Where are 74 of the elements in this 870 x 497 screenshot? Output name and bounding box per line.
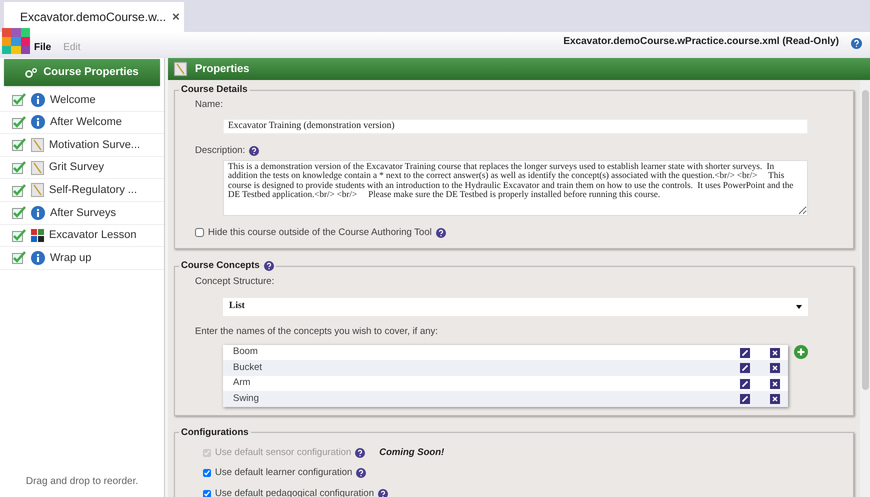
checkbox[interactable] bbox=[12, 116, 26, 129]
help-icon[interactable] bbox=[264, 261, 274, 272]
panel-title: Properties bbox=[195, 62, 250, 77]
checkbox-label: Use default learner configuration bbox=[215, 466, 352, 480]
edit-icon[interactable] bbox=[740, 348, 750, 358]
checkbox[interactable] bbox=[12, 161, 26, 174]
note-text: Coming Soon! bbox=[379, 446, 444, 460]
info-icon bbox=[31, 115, 45, 130]
checkbox[interactable] bbox=[203, 469, 211, 478]
course-properties-button[interactable]: Course Properties bbox=[4, 59, 160, 86]
delete-icon[interactable] bbox=[770, 394, 780, 404]
sidebar-item[interactable]: Self-Regulatory ... bbox=[0, 179, 164, 202]
edit-icon[interactable] bbox=[740, 378, 750, 388]
file-title: Excavator.demoCourse.wPractice.course.xml (Read-Only) bbox=[563, 35, 839, 49]
checkbox[interactable] bbox=[12, 184, 26, 197]
sidebar-item[interactable]: Motivation Surve... bbox=[0, 134, 164, 157]
help-icon[interactable] bbox=[249, 146, 260, 156]
checkbox-label: Hide this course outside of the Course Authoring Tool bbox=[208, 226, 432, 240]
sidebar-item[interactable]: After Surveys bbox=[0, 202, 164, 225]
checkbox[interactable] bbox=[12, 206, 26, 220]
help-icon[interactable] bbox=[851, 38, 862, 49]
field-label: Description: bbox=[195, 144, 246, 158]
info-icon bbox=[31, 206, 45, 220]
concept-name: Boom bbox=[233, 345, 259, 360]
sidebar-item[interactable]: Wrap up bbox=[0, 247, 164, 270]
tiles-icon bbox=[31, 228, 44, 242]
concept-name: Bucket bbox=[233, 360, 264, 375]
pencil-icon bbox=[31, 183, 44, 198]
add-icon[interactable] bbox=[794, 344, 808, 359]
sidebar-item[interactable]: After Welcome bbox=[0, 112, 164, 134]
checkbox-label: Use default sensor configuration bbox=[215, 446, 352, 460]
hint-text: Drag and drop to reorder. bbox=[24, 475, 140, 489]
document-tab[interactable]: Excavator.demoCourse.w... × bbox=[4, 2, 184, 32]
checkbox[interactable] bbox=[203, 490, 211, 497]
tab-title: Excavator.demoCourse.w... bbox=[20, 9, 166, 26]
section-title: Course Details bbox=[181, 83, 248, 97]
menu-item[interactable]: File bbox=[34, 40, 52, 55]
section-title: Course Concepts bbox=[181, 259, 260, 273]
delete-icon[interactable] bbox=[770, 363, 780, 373]
info-icon bbox=[31, 92, 45, 107]
structure-dropdown[interactable]: List bbox=[223, 298, 808, 316]
checkbox[interactable] bbox=[12, 251, 26, 264]
concept-name: Arm bbox=[233, 376, 252, 390]
checkbox[interactable] bbox=[12, 93, 26, 106]
field-label: Enter the names of the concepts you wish to cover, if any: bbox=[195, 324, 439, 338]
edit-icon[interactable] bbox=[740, 394, 750, 404]
section-title: Configurations bbox=[181, 426, 249, 440]
delete-icon[interactable] bbox=[770, 378, 780, 388]
puzzle-logo-icon bbox=[2, 28, 30, 54]
pencil-icon bbox=[174, 62, 187, 76]
info-icon bbox=[31, 250, 45, 265]
checkbox[interactable] bbox=[12, 138, 26, 152]
field-label: Name: bbox=[195, 98, 224, 112]
help-icon[interactable] bbox=[436, 228, 446, 238]
sidebar-item[interactable]: Grit Survey bbox=[0, 156, 164, 180]
caret-icon bbox=[796, 304, 802, 308]
pencil-icon bbox=[31, 160, 44, 175]
concept-name: Swing bbox=[233, 392, 260, 406]
pencil-icon bbox=[31, 138, 44, 152]
description-field[interactable]: This is a demonstration version of the Excavator Training course that replaces the longer surveys used to establish learner state with shorter surveys. In addition the tests on knowledge contain a * next to the correct answer(s) as well as identify the concept(s) associated with the question.<br/> <br/> This course is designed to provide students with an introduction to the Hydraulic Excavator and train them on how to use the controls. It uses PowerPoint and the DE Testbed application.<br/> <br/> Please make sure the DE Testbed is properly installed before running this course. bbox=[223, 160, 808, 216]
edit-icon[interactable] bbox=[740, 363, 750, 373]
field-label: Concept Structure: bbox=[195, 275, 276, 290]
help-icon[interactable] bbox=[378, 488, 388, 497]
delete-icon[interactable] bbox=[770, 348, 780, 358]
help-icon[interactable] bbox=[356, 468, 366, 478]
help-icon[interactable] bbox=[355, 448, 366, 458]
name-field[interactable]: Excavator Training (demonstration version) bbox=[223, 118, 808, 134]
close-icon[interactable]: × bbox=[172, 7, 180, 27]
scrollbar[interactable] bbox=[860, 80, 870, 497]
sidebar-item[interactable]: Excavator Lesson bbox=[0, 224, 164, 248]
checkbox[interactable] bbox=[195, 228, 204, 238]
checkbox[interactable] bbox=[12, 228, 26, 242]
sidebar-item[interactable]: Welcome bbox=[0, 89, 164, 112]
gears-icon bbox=[25, 68, 38, 78]
